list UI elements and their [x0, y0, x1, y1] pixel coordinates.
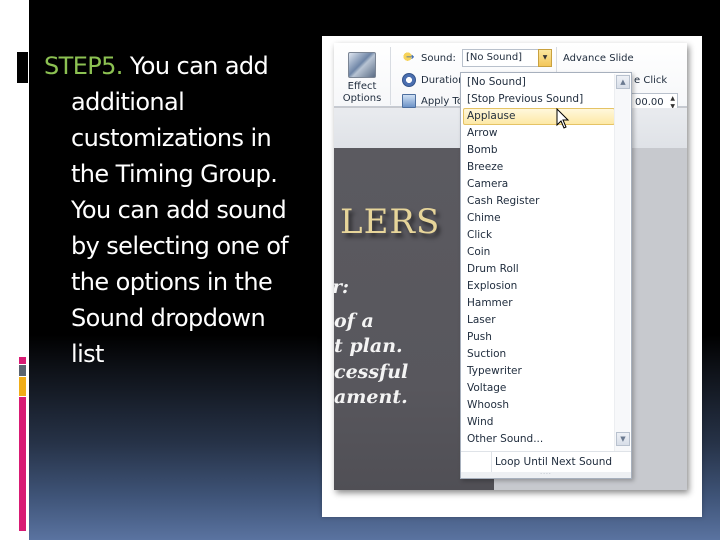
dropdown-scrollbar[interactable]: ▲ ▼	[614, 74, 630, 451]
apply-label: Apply To	[421, 95, 463, 107]
sound-option[interactable]: Drum Roll	[463, 261, 615, 278]
scroll-up-icon[interactable]: ▲	[616, 75, 630, 89]
time-value: 00.00	[635, 97, 664, 108]
body-line: the Timing Group.	[71, 160, 278, 188]
sound-dropdown-button[interactable]: ▼	[538, 49, 552, 67]
sound-option[interactable]: Chime	[463, 210, 615, 227]
sound-option[interactable]: Cash Register	[463, 193, 615, 210]
effect-options-icon	[348, 52, 376, 78]
slide-preview-line: cessful	[334, 361, 409, 383]
sound-option[interactable]: [Stop Previous Sound]	[463, 91, 615, 108]
accent-stripe-orange	[19, 377, 26, 396]
sound-option[interactable]: Camera	[463, 176, 615, 193]
effect-options-button[interactable]: Effect Options ▼	[340, 49, 384, 115]
other-sound-option[interactable]: Other Sound...	[463, 431, 615, 448]
step-label: STEP5.	[44, 52, 123, 80]
scroll-down-icon[interactable]: ▼	[616, 432, 630, 446]
on-mouse-click-label[interactable]: e Click	[634, 75, 667, 86]
body-line: by selecting one of	[71, 232, 289, 260]
slide-preview-line: r:	[334, 276, 350, 298]
body-line: additional	[71, 88, 185, 116]
loop-until-next-sound-option[interactable]: Loop Until Next Sound	[461, 452, 631, 472]
mouse-pointer-icon	[556, 108, 570, 129]
body-line: the options in the	[71, 268, 273, 296]
sound-option[interactable]: Bomb	[463, 142, 615, 159]
body-line: Sound dropdown	[71, 304, 266, 332]
clock-icon	[402, 73, 416, 87]
sound-row: Sound:	[402, 49, 456, 67]
sound-option[interactable]: Hammer	[463, 295, 615, 312]
duration-row: Duration	[402, 71, 464, 89]
accent-stripe-gray	[19, 365, 26, 376]
slide-preview-line: t plan.	[334, 335, 403, 357]
slide-preview-line: of a	[334, 310, 374, 332]
apply-to-all-icon	[402, 94, 416, 108]
sound-label: Sound:	[421, 52, 456, 64]
duration-label: Duration	[421, 74, 465, 86]
slide-preview-line: ament.	[334, 386, 408, 408]
sound-option[interactable]: Coin	[463, 244, 615, 261]
sound-dropdown-list: [No Sound] [Stop Previous Sound] Applaus…	[460, 72, 632, 479]
accent-stripe-top	[17, 52, 28, 83]
body-first-line: You can add	[129, 52, 269, 80]
resize-grip[interactable]: ····	[461, 472, 631, 478]
slide-preview-title: LERS	[340, 202, 441, 242]
accent-stripe-pink-bottom	[19, 397, 26, 531]
slide-body-text: STEP5. You can add additional customizat…	[44, 48, 314, 372]
body-line: list	[71, 340, 104, 368]
sound-option[interactable]: Breeze	[463, 159, 615, 176]
sound-option[interactable]: Whoosh	[463, 397, 615, 414]
body-line: You can add sound	[71, 196, 287, 224]
ribbon-separator	[390, 47, 391, 105]
sound-option[interactable]: Arrow	[463, 125, 615, 142]
sound-option[interactable]: Click	[463, 227, 615, 244]
sound-option[interactable]: Explosion	[463, 278, 615, 295]
effect-options-label: Effect	[347, 81, 377, 92]
accent-stripe-pink-top	[19, 357, 26, 364]
effect-options-text: Options	[342, 93, 382, 104]
sound-icon	[402, 51, 416, 65]
sound-option[interactable]: Typewriter	[463, 363, 615, 380]
body-line: customizations in	[71, 124, 272, 152]
sound-option[interactable]: Laser	[463, 312, 615, 329]
sound-option[interactable]: Voltage	[463, 380, 615, 397]
sound-option-hovered[interactable]: Applause	[463, 108, 615, 125]
sound-option[interactable]: Suction	[463, 346, 615, 363]
sound-option[interactable]: Push	[463, 329, 615, 346]
advance-slide-label: Advance Slide	[563, 53, 634, 64]
sound-option[interactable]: Wind	[463, 414, 615, 431]
sound-option[interactable]: [No Sound]	[463, 74, 615, 91]
